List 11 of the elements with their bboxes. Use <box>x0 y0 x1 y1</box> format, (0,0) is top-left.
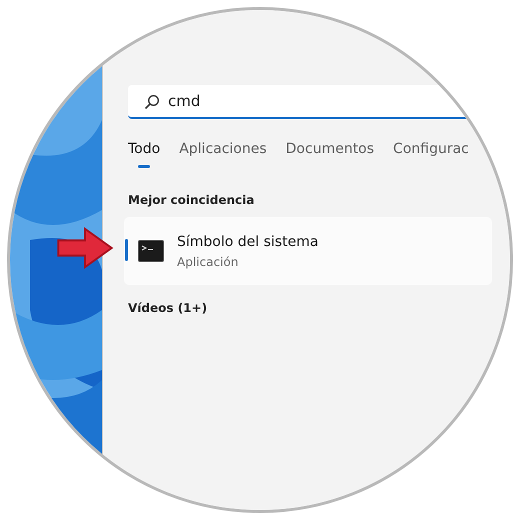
terminal-icon <box>138 240 164 262</box>
arrow-icon <box>56 227 114 269</box>
result-item[interactable]: Símbolo del sistema Aplicación <box>124 217 492 285</box>
tab[interactable]: Configurac <box>393 141 469 173</box>
tab[interactable]: Aplicaciones <box>179 141 267 173</box>
tab[interactable]: Todo <box>128 141 160 173</box>
tab[interactable]: Documentos <box>286 141 374 173</box>
section-heading: Mejor coincidencia <box>128 193 254 207</box>
result-title: Símbolo del sistema <box>177 234 318 250</box>
section-heading: Vídeos (1+) <box>128 301 208 315</box>
result-subtitle: Aplicación <box>177 254 240 268</box>
